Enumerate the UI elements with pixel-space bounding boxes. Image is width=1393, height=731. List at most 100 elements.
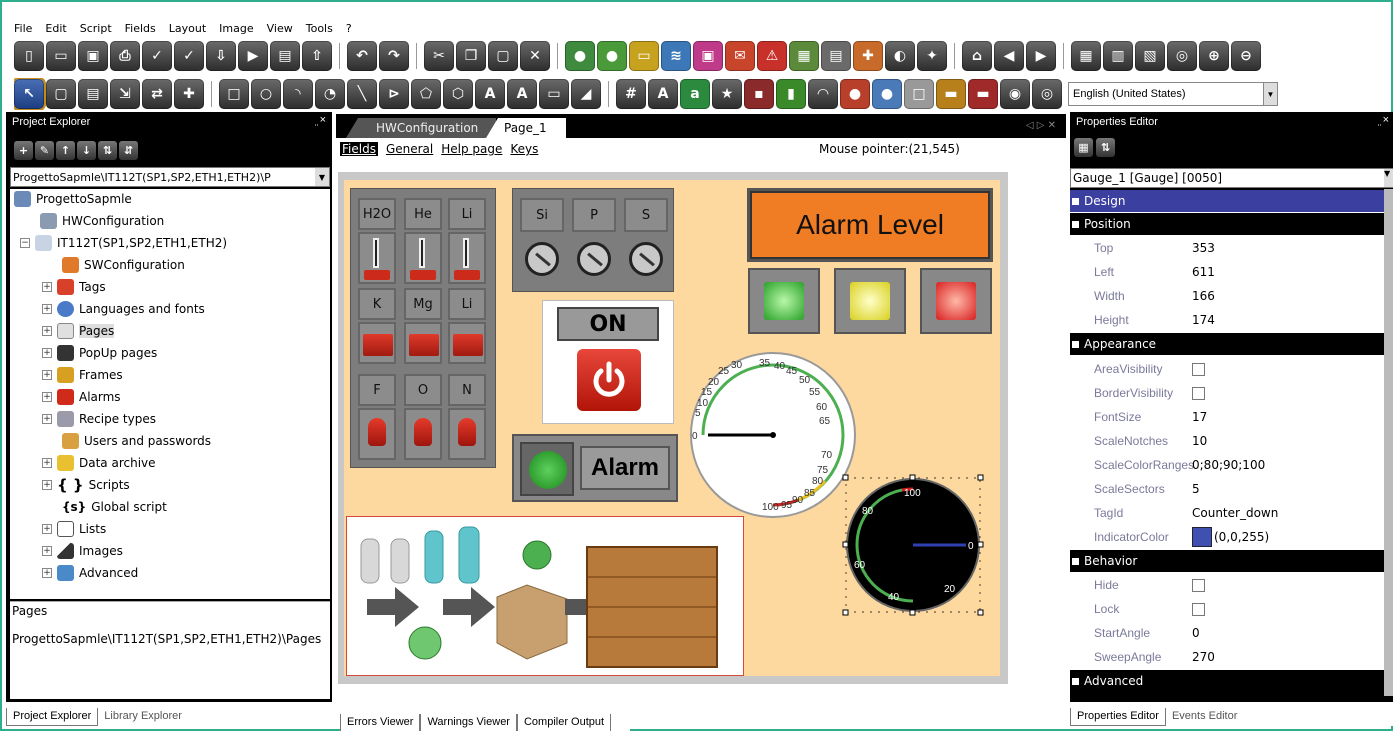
magic-icon[interactable]: ✦ [917, 41, 947, 71]
tree-node-advanced[interactable]: + Advanced [42, 563, 138, 583]
pin-close-icon[interactable]: ̤ × [317, 114, 326, 126]
tree-node-data-archive[interactable]: + Data archive [42, 453, 156, 473]
simulate-icon[interactable]: ▤ [270, 41, 300, 71]
tree-node-device[interactable]: − IT112T(SP1,SP2,ETH1,ETH2) [20, 233, 227, 253]
globe-icon[interactable]: ◎ [1167, 41, 1197, 71]
properties-scrollbar[interactable] [1384, 189, 1393, 696]
menu-view[interactable]: View [267, 22, 293, 35]
property-row[interactable]: BorderVisibility [1070, 381, 1385, 405]
gauge-icon[interactable]: ◠ [808, 79, 838, 109]
property-row[interactable]: ScaleNotches 10 [1070, 429, 1385, 453]
paste-icon[interactable]: ▢ [488, 41, 518, 71]
tab-compiler-output[interactable]: Compiler Output [516, 714, 612, 731]
tree-node-lists[interactable]: + Lists [42, 519, 106, 539]
property-row[interactable]: TagId Counter_down [1070, 501, 1385, 525]
validate-icon[interactable]: ✓ [174, 41, 204, 71]
cut-icon[interactable]: ✂ [424, 41, 454, 71]
lock-checkbox[interactable] [1192, 602, 1205, 616]
arc-icon[interactable]: ◝ [283, 79, 313, 109]
slider-icon[interactable]: ▬ [936, 79, 966, 109]
property-row[interactable]: Height 174 [1070, 308, 1385, 332]
property-row[interactable]: SweepAngle 270 [1070, 645, 1385, 669]
chevron-down-icon[interactable]: ▼ [1263, 83, 1277, 105]
expand-icon[interactable]: + [42, 568, 52, 578]
add-icon[interactable]: ✚ [174, 79, 204, 109]
lamp-icon[interactable]: ● [872, 79, 902, 109]
zoom-in-icon[interactable]: ⊕ [1199, 41, 1229, 71]
property-value[interactable]: 174 [1186, 313, 1215, 327]
property-value[interactable]: 0 [1186, 626, 1200, 640]
subtab-keys[interactable]: Keys [510, 142, 538, 156]
tree-node-project[interactable]: ProgettoSapmle [14, 189, 132, 209]
check-icon[interactable]: ✓ [142, 41, 172, 71]
tree-node-alarms[interactable]: + Alarms [42, 387, 121, 407]
tab-warnings-viewer[interactable]: Warnings Viewer [420, 714, 517, 731]
forward-icon[interactable]: ▶ [1026, 41, 1056, 71]
menu-help[interactable]: ? [346, 22, 352, 35]
menu-fields[interactable]: Fields [125, 22, 156, 35]
copy-icon[interactable]: ❐ [456, 41, 486, 71]
star-icon[interactable]: ★ [712, 79, 742, 109]
open-folder-icon[interactable]: ▭ [46, 41, 76, 71]
message-field-icon[interactable]: ✉ [725, 41, 755, 71]
category-behavior[interactable]: Behavior [1070, 550, 1385, 572]
run-icon[interactable]: ▶ [238, 41, 268, 71]
rotary-knob[interactable] [525, 242, 559, 276]
border-visibility-checkbox[interactable] [1192, 386, 1205, 400]
categorized-icon[interactable]: ▦ [1074, 138, 1093, 157]
subtab-general[interactable]: General [386, 142, 433, 156]
grid-field-icon[interactable]: ▦ [789, 41, 819, 71]
pin-close-icon[interactable]: ̤ × [1380, 114, 1389, 126]
property-row[interactable]: Top 353 [1070, 236, 1385, 260]
tree-node-hwconfiguration[interactable]: HWConfiguration [40, 211, 164, 231]
tree-node-pages[interactable]: + Pages [42, 321, 115, 341]
sort-za-icon[interactable]: ⇵ [119, 140, 138, 160]
print-icon[interactable]: ⎙ [110, 41, 140, 71]
move-icon[interactable]: ⇲ [110, 79, 140, 109]
area-visibility-checkbox[interactable] [1192, 362, 1205, 376]
frame-field-icon[interactable]: ▭ [629, 41, 659, 71]
language-select[interactable]: English (United States) ▼ [1068, 82, 1278, 106]
expand-icon[interactable]: + [42, 414, 52, 424]
expand-icon[interactable]: + [42, 392, 52, 402]
polyline-icon[interactable]: ⊳ [379, 79, 409, 109]
tree-node-global-script[interactable]: {s} Global script [62, 497, 167, 517]
property-value[interactable]: 270 [1186, 650, 1215, 664]
indicator-color-swatch[interactable] [1192, 527, 1212, 547]
image-field-icon[interactable]: ▣ [693, 41, 723, 71]
tab-errors-viewer[interactable]: Errors Viewer [340, 714, 421, 731]
tab-hwconfiguration[interactable]: HWConfiguration [346, 118, 496, 138]
tab-page-1[interactable]: Page_1 [486, 118, 566, 138]
delete-icon[interactable]: ✕ [520, 41, 550, 71]
align-icon[interactable]: ⇄ [142, 79, 172, 109]
text-outline-icon[interactable]: A [507, 79, 537, 109]
menu-layout[interactable]: Layout [169, 22, 206, 35]
object-select[interactable]: Gauge_1 [Gauge] [0050] ▼ [1070, 168, 1393, 188]
frame-icon[interactable]: □ [904, 79, 934, 109]
property-row[interactable]: Width 166 [1070, 284, 1385, 308]
recipe-field-icon[interactable]: ▤ [821, 41, 851, 71]
tab-scroll-close-icon[interactable]: ◁ ▷ ✕ [1026, 120, 1056, 131]
grid-icon[interactable]: ▦ [1071, 41, 1101, 71]
field-icon[interactable]: ▢ [46, 79, 76, 109]
save-icon[interactable]: ▣ [78, 41, 108, 71]
category-appearance[interactable]: Appearance [1070, 333, 1385, 355]
category-position[interactable]: Position [1070, 213, 1385, 235]
property-row[interactable]: ScaleSectors 5 [1070, 477, 1385, 501]
property-value[interactable]: 17 [1186, 410, 1207, 424]
tab-library-explorer[interactable]: Library Explorer [98, 708, 188, 726]
property-value[interactable]: 10 [1186, 434, 1207, 448]
download-icon[interactable]: ⇩ [206, 41, 236, 71]
property-row[interactable]: Hide [1070, 573, 1385, 597]
indicator-field-icon[interactable]: ● [597, 41, 627, 71]
expand-icon[interactable]: + [42, 326, 52, 336]
expand-icon[interactable]: + [42, 282, 52, 292]
expand-icon[interactable]: + [42, 458, 52, 468]
category-advanced[interactable]: Advanced [1070, 670, 1385, 692]
tree-node-languages[interactable]: + Languages and fonts [42, 299, 205, 319]
property-row[interactable]: FontSize 17 [1070, 405, 1385, 429]
page-icon[interactable]: ▤ [78, 79, 108, 109]
property-value[interactable]: Counter_down [1186, 506, 1278, 520]
alarm-field-icon[interactable]: ⚠ [757, 41, 787, 71]
rotary-knob[interactable] [629, 242, 663, 276]
